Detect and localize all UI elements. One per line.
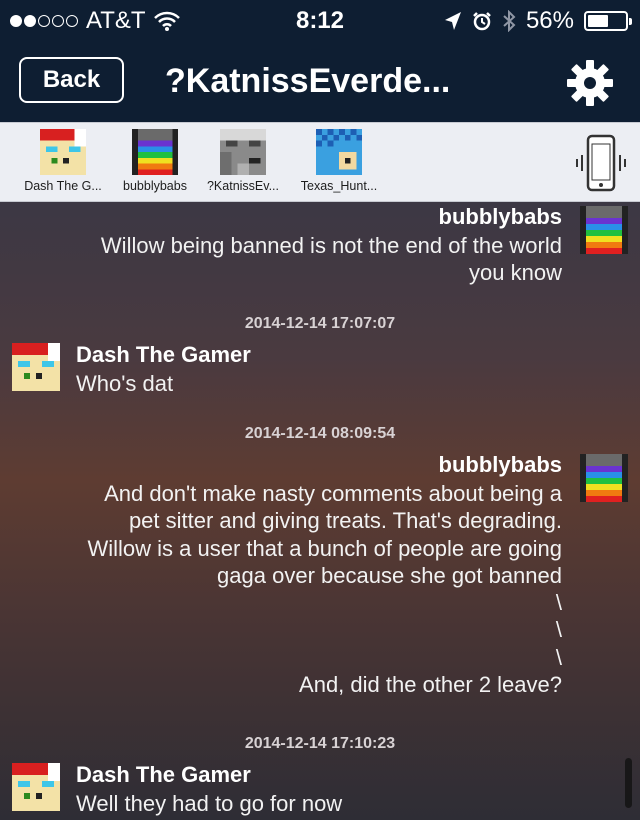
chat-area[interactable]: bubblybabs Willow being banned is not th… (0, 202, 640, 820)
message-line: Willow is a user that a bunch of people … (87, 535, 562, 561)
bluetooth-icon (503, 10, 516, 32)
message-text: Well they had to go for now (76, 790, 342, 817)
message-text: And don't make nasty comments about bein… (87, 480, 562, 698)
avatar (316, 129, 362, 175)
participant-bubblybabs[interactable]: bubblybabs (107, 129, 203, 193)
navigation-bar: Back ?KatnissEverde... (0, 40, 640, 122)
avatar (40, 129, 86, 175)
sender-name: bubblybabs (438, 452, 562, 477)
participant-dash[interactable]: Dash The G... (15, 129, 111, 193)
status-right: 56% (444, 7, 632, 35)
phone-vibrate-icon[interactable] (573, 133, 629, 193)
participant-name: ?KatnissEv... (206, 179, 280, 193)
battery-icon (584, 11, 632, 31)
message-line: And, did the other 2 leave? (299, 672, 562, 698)
message-line: \ (555, 644, 562, 670)
message-line: \ (555, 617, 562, 643)
timestamp: 2014-12-14 08:09:54 (244, 425, 396, 442)
gear-icon[interactable] (566, 59, 614, 107)
back-button[interactable]: Back (19, 57, 124, 103)
participant-name: Texas_Hunt... (300, 179, 378, 193)
message-text: Who's dat (76, 370, 173, 397)
message-line: gaga over because she got banned (217, 562, 562, 588)
message-line: Who's dat (76, 371, 174, 396)
participant-katniss[interactable]: ?KatnissEv... (195, 129, 291, 193)
message-line: pet sitter and giving treats. That's deg… (128, 508, 562, 534)
message-line: Willow being banned is not the end of th… (100, 233, 562, 258)
participant-name: Dash The G... (24, 179, 102, 193)
avatar (220, 129, 266, 175)
avatar[interactable] (12, 343, 60, 391)
message-text: Willow being banned is not the end of th… (101, 232, 562, 287)
participants-strip: Dash The G... bubblybabs ?KatnissEv... T… (0, 122, 640, 202)
message-line: And don't make nasty comments about bein… (104, 481, 562, 506)
timestamp: 2014-12-14 17:10:23 (244, 735, 396, 752)
participant-texas[interactable]: Texas_Hunt... (291, 129, 387, 193)
message-line: \ (555, 590, 562, 616)
status-bar: AT&T 8:12 56% (0, 0, 640, 40)
location-arrow-icon (444, 12, 461, 30)
sender-name: Dash The Gamer (76, 342, 251, 367)
avatar (132, 129, 178, 175)
sender-name: Dash The Gamer (76, 762, 251, 787)
timestamp: 2014-12-14 17:07:07 (244, 315, 396, 332)
battery-percent: 56% (525, 7, 574, 34)
message-line: Well they had to go for now (76, 791, 343, 816)
scrollbar[interactable] (625, 758, 632, 808)
avatar[interactable] (580, 206, 628, 254)
participant-name: bubblybabs (123, 179, 187, 193)
avatar[interactable] (580, 454, 628, 502)
sender-name: bubblybabs (438, 204, 562, 229)
message-line: you know (469, 260, 562, 286)
avatar[interactable] (12, 763, 60, 811)
alarm-icon (473, 12, 491, 31)
conversation-title: ?KatnissEverde... (165, 62, 451, 100)
